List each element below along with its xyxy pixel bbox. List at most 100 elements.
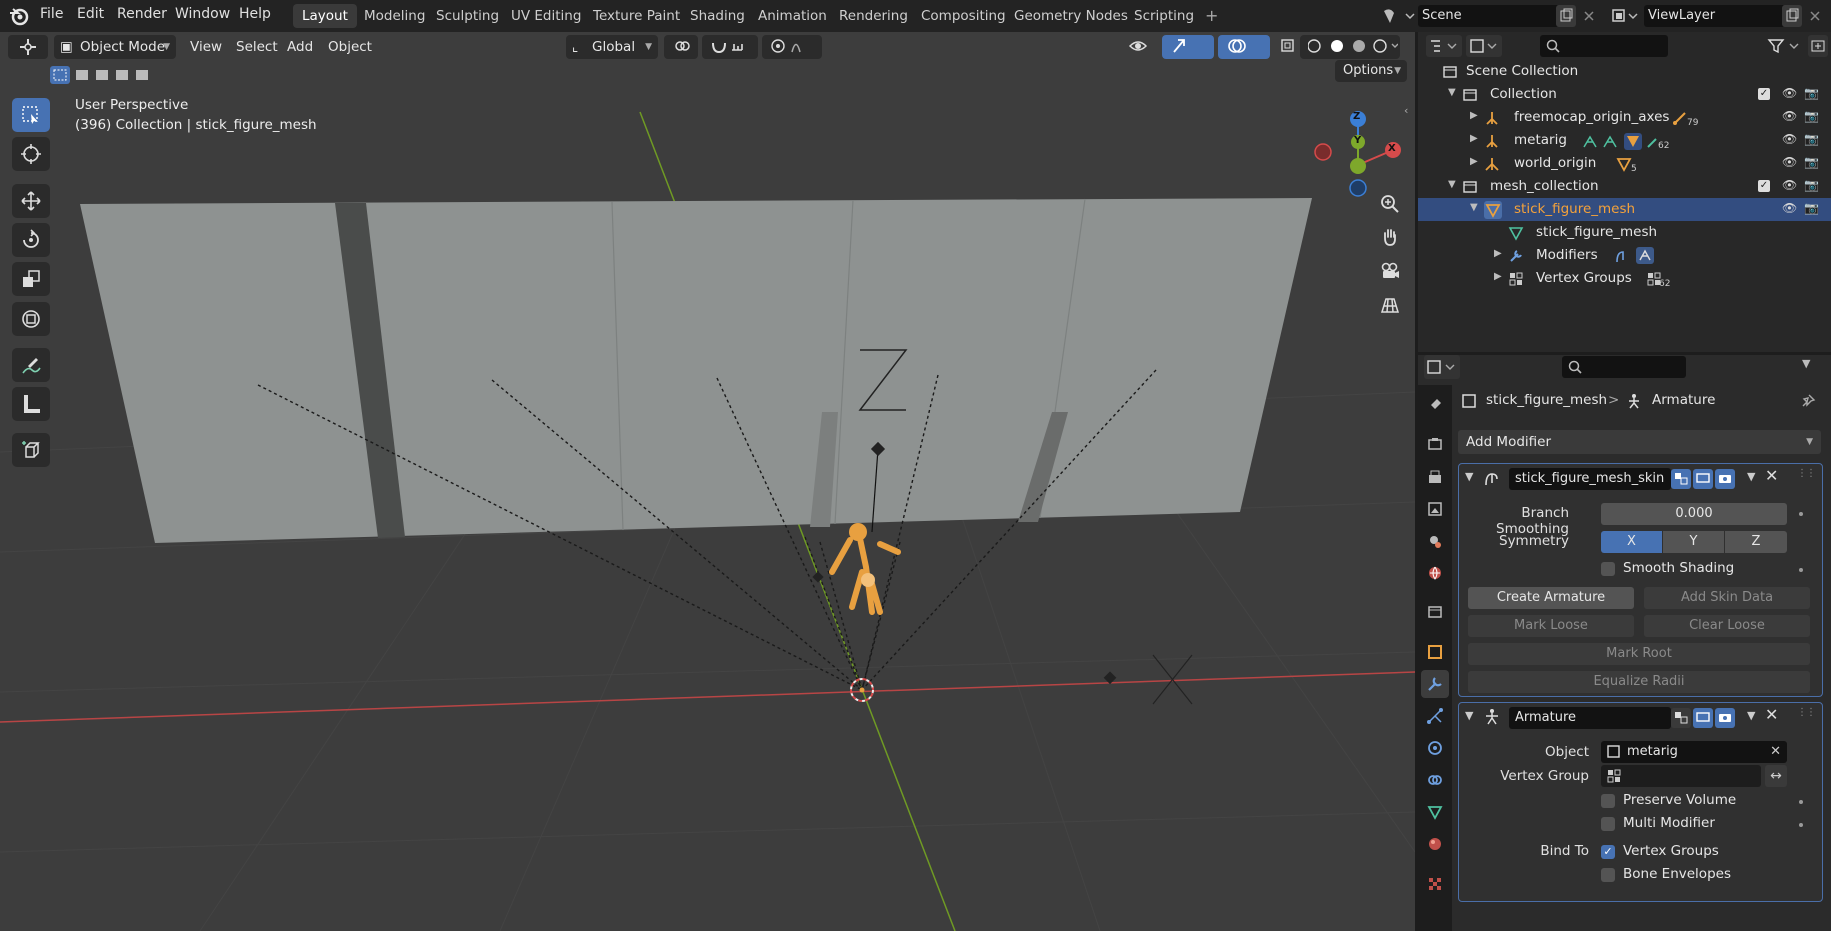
clear-loose-button[interactable]: Clear Loose (1644, 615, 1810, 637)
skin-remove-icon[interactable]: ✕ (1765, 466, 1778, 485)
measure-tool-icon[interactable] (12, 387, 50, 421)
pivot-point-icon[interactable] (664, 35, 698, 59)
camera-render-icon[interactable]: 📷 (1804, 155, 1819, 169)
particles-tab-icon[interactable] (1421, 702, 1449, 730)
outliner-editor-type-icon[interactable] (1426, 35, 1462, 57)
gizmo-toggle-icon[interactable] (1162, 35, 1214, 59)
options-dropdown[interactable]: Options ▼ (1335, 60, 1407, 82)
outliner-row-mesh-data[interactable]: stick_figure_mesh (1418, 221, 1831, 244)
skin-modifier-name-field[interactable]: stick_figure_mesh_skin (1509, 468, 1671, 490)
mark-loose-button[interactable]: Mark Loose (1468, 615, 1634, 637)
scene-selector-icon[interactable] (1380, 5, 1416, 27)
expand-arrow-icon[interactable]: ▶ (1470, 110, 1478, 121)
material-tab-icon[interactable] (1421, 830, 1449, 858)
new-collection-icon[interactable] (1808, 35, 1828, 57)
skin-options-chevron-icon[interactable]: ▼ (1747, 470, 1755, 483)
menu-window[interactable]: Window (175, 6, 230, 22)
perspective-grid-icon[interactable] (1375, 290, 1405, 320)
properties-search-input[interactable] (1562, 356, 1686, 378)
view-layer-selector-icon[interactable] (1609, 5, 1641, 27)
output-tab-icon[interactable] (1421, 463, 1449, 491)
expand-arrow-icon[interactable]: ▶ (1494, 271, 1502, 282)
multi-modifier-checkbox[interactable] (1601, 817, 1615, 831)
tab-modeling[interactable]: Modeling (355, 4, 434, 28)
outliner-search-input[interactable] (1540, 35, 1668, 57)
tool-tab-icon[interactable] (1421, 391, 1449, 419)
mode-selector[interactable]: Object Mode ▣ ▼ (54, 35, 176, 59)
tab-compositing[interactable]: Compositing (912, 4, 1015, 28)
tab-scripting[interactable]: Scripting (1125, 4, 1203, 28)
symmetry-x-toggle[interactable]: X (1601, 531, 1662, 553)
eye-icon[interactable]: 👁 (1782, 86, 1797, 100)
navigation-gizmo[interactable]: Z X Y (1308, 100, 1408, 200)
tab-texture-paint[interactable]: Texture Paint (584, 4, 689, 28)
annotate-tool-icon[interactable] (12, 348, 50, 382)
sidebar-toggle-chevron-icon[interactable]: ‹ (1404, 104, 1408, 117)
3d-cursor[interactable] (850, 678, 874, 702)
invert-vertex-group-icon[interactable]: ↔ (1765, 765, 1787, 787)
transform-orientation-dropdown[interactable]: ⌞ Global ▼ (566, 35, 658, 59)
texture-tab-icon[interactable] (1421, 870, 1449, 898)
eye-icon[interactable]: 👁 (1782, 109, 1797, 123)
menu-view[interactable]: View (190, 35, 222, 59)
properties-editor-type-icon[interactable] (1424, 355, 1460, 379)
view-layer-tab-icon[interactable] (1421, 495, 1449, 523)
pin-icon[interactable] (1800, 393, 1816, 409)
outliner-row-metarig[interactable]: ▶ metarig 62 👁 📷 (1418, 129, 1831, 152)
add-cube-tool-icon[interactable] (12, 433, 50, 467)
view-layer-copy-icon[interactable] (1782, 5, 1802, 27)
eye-icon[interactable]: 👁 (1782, 132, 1797, 146)
armature-visibility-toggles[interactable] (1671, 707, 1737, 729)
tab-geometry-nodes[interactable]: Geometry Nodes (1005, 4, 1137, 28)
include-checkbox-icon[interactable]: ✓ (1758, 88, 1770, 100)
armature-remove-icon[interactable]: ✕ (1765, 705, 1778, 724)
menu-object[interactable]: Object (328, 35, 372, 59)
menu-help[interactable]: Help (239, 6, 271, 22)
tab-sculpting[interactable]: Sculpting (427, 4, 508, 28)
3d-viewport[interactable]: User Perspective (396) Collection | stic… (0, 32, 1415, 931)
camera-render-icon[interactable]: 📷 (1804, 109, 1819, 123)
collapse-arrow-icon[interactable]: ▼ (1470, 202, 1478, 213)
armature-drag-handle-icon[interactable]: ⋮⋮ (1797, 707, 1816, 718)
vertex-group-field[interactable] (1601, 765, 1761, 787)
create-armature-button[interactable]: Create Armature (1468, 587, 1634, 609)
scene-name-field[interactable]: Scene (1418, 5, 1560, 27)
tab-rendering[interactable]: Rendering (830, 4, 917, 28)
keyframe-dot-icon[interactable] (1799, 568, 1803, 572)
camera-render-icon[interactable]: 📷 (1804, 86, 1819, 100)
symmetry-z-toggle[interactable]: Z (1725, 531, 1787, 553)
physics-tab-icon[interactable] (1421, 734, 1449, 762)
modifier-tab-icon[interactable] (1421, 670, 1449, 698)
scene-tab-icon[interactable] (1421, 527, 1449, 555)
keyframe-dot-icon[interactable] (1799, 800, 1803, 804)
shading-mode-buttons[interactable] (1300, 35, 1400, 59)
add-modifier-dropdown[interactable]: Add Modifier ▼ (1458, 430, 1821, 454)
menu-select[interactable]: Select (236, 35, 278, 59)
panel-collapse-arrow-icon[interactable]: ▼ (1465, 709, 1473, 722)
camera-view-icon[interactable] (1375, 256, 1405, 286)
outliner-row-modifiers[interactable]: ▶ Modifiers (1418, 244, 1831, 267)
menu-edit[interactable]: Edit (77, 6, 104, 22)
armature-object-field[interactable]: metarig ✕ (1601, 741, 1787, 763)
bone-envelopes-checkbox[interactable] (1601, 868, 1615, 882)
view-layer-name-field[interactable]: ViewLayer (1644, 5, 1786, 27)
skin-visibility-toggles[interactable] (1671, 468, 1737, 490)
filter-icon[interactable] (1766, 35, 1804, 57)
menu-render[interactable]: Render (117, 6, 167, 22)
overlays-toggle-icon[interactable] (1218, 35, 1270, 59)
eye-icon[interactable]: 👁 (1782, 178, 1797, 192)
collapse-arrow-icon[interactable]: ▼ (1448, 179, 1456, 190)
stick-figure-mesh[interactable] (829, 523, 901, 615)
rotate-tool-icon[interactable] (12, 223, 50, 257)
mark-root-button[interactable]: Mark Root (1468, 643, 1810, 665)
outliner-row-collection[interactable]: ▼ Collection ✓ 👁 📷 (1418, 83, 1831, 106)
camera-render-icon[interactable]: 📷 (1804, 178, 1819, 192)
zoom-icon[interactable] (1375, 189, 1405, 219)
expand-arrow-icon[interactable]: ▶ (1470, 133, 1478, 144)
menu-file[interactable]: File (40, 6, 63, 22)
skin-drag-handle-icon[interactable]: ⋮⋮ (1797, 468, 1816, 479)
snapping-icon[interactable] (702, 35, 758, 59)
preserve-volume-checkbox[interactable] (1601, 794, 1615, 808)
properties-options-chevron-icon[interactable]: ▼ (1802, 357, 1810, 370)
scene-close-icon[interactable] (1579, 5, 1599, 27)
